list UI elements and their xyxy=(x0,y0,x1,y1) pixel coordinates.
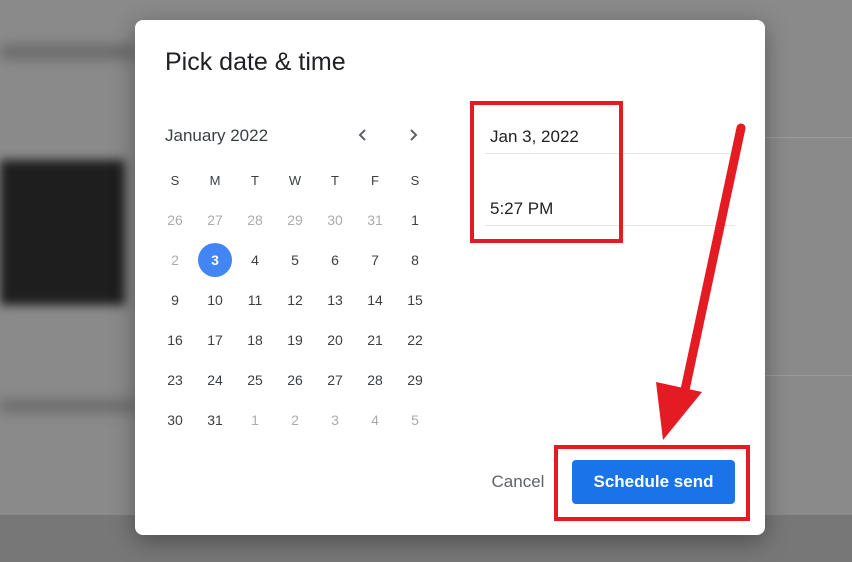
red-arrow-annotation xyxy=(656,123,746,440)
